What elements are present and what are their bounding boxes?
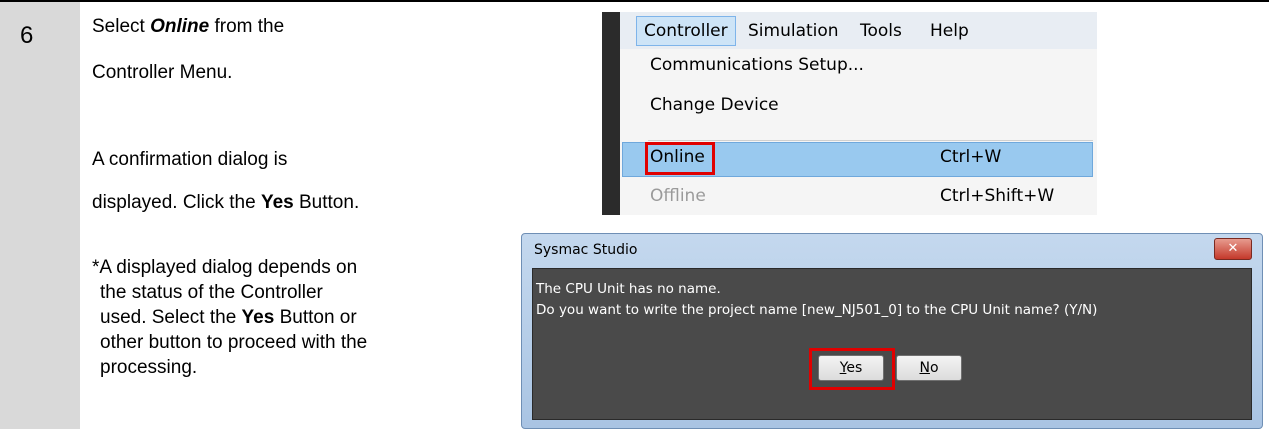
note-line: the status of the Controller — [100, 282, 323, 303]
dialog-title: Sysmac Studio — [534, 242, 638, 258]
menu-controller[interactable]: Controller — [636, 16, 736, 46]
menu-bar: Controller Simulation Tools Help — [620, 12, 1097, 50]
dialog-message-line-1: The CPU Unit has no name. — [536, 281, 721, 297]
confirmation-dialog: Sysmac Studio ✕ The CPU Unit has no name… — [521, 233, 1263, 429]
instruction-line-4: displayed. Click the Yes Button. — [92, 188, 359, 217]
note-line: processing. — [100, 357, 198, 378]
menu-item-change-device[interactable]: Change Device — [650, 95, 779, 115]
step-column: 6 — [0, 2, 80, 429]
menu-separator — [648, 140, 1093, 141]
step-number: 6 — [20, 22, 34, 49]
note-text: Button or — [274, 307, 357, 328]
instruction-line-2: Controller Menu. — [92, 62, 233, 83]
menu-screenshot: Controller Simulation Tools Help Communi… — [602, 12, 1097, 215]
note: *A displayed dialog depends on the statu… — [92, 255, 512, 380]
menu-shortcut-offline: Ctrl+Shift+W — [940, 186, 1055, 206]
note-emphasis-yes: Yes — [241, 307, 275, 328]
note-line: used. Select the Yes Button or — [92, 305, 512, 330]
menu-simulation[interactable]: Simulation — [748, 21, 839, 41]
online-callout-box — [645, 142, 715, 175]
yes-button[interactable]: Yes — [818, 355, 884, 381]
no-accelerator: N — [919, 360, 930, 376]
dialog-message: The CPU Unit has no name. Do you want to… — [536, 279, 1097, 321]
close-icon[interactable]: ✕ — [1214, 238, 1252, 260]
note-line: *A displayed dialog depends on — [92, 257, 358, 278]
menu-item-communications-setup[interactable]: Communications Setup... — [650, 55, 864, 75]
instruction-emphasis-yes: Yes — [260, 192, 294, 213]
instruction-text: Select — [92, 16, 151, 37]
controller-menu: Communications Setup... Change Device On… — [620, 49, 1097, 215]
dialog-message-line-2: Do you want to write the project name [n… — [536, 302, 1098, 318]
yes-label: es — [846, 360, 863, 376]
no-label: o — [929, 360, 939, 376]
menu-shortcut-online: Ctrl+W — [940, 147, 1002, 167]
menu-item-offline: Offline — [650, 186, 706, 206]
menu-background-strip — [602, 12, 620, 215]
instruction-emphasis-online: Online — [150, 16, 210, 37]
no-button[interactable]: No — [896, 355, 962, 381]
note-line: other button to proceed with the — [100, 332, 368, 353]
instruction-line-3: A confirmation dialog is — [92, 149, 288, 170]
instruction-text: displayed. Click the — [92, 192, 261, 213]
note-text: used. Select the — [100, 307, 242, 328]
instruction-text: from the — [209, 16, 285, 37]
menu-help[interactable]: Help — [930, 21, 969, 41]
top-rule — [0, 0, 1269, 2]
instruction-text: Button. — [293, 192, 360, 213]
instruction-line-1: Select Online from the — [92, 12, 284, 41]
menu-tools[interactable]: Tools — [860, 21, 902, 41]
